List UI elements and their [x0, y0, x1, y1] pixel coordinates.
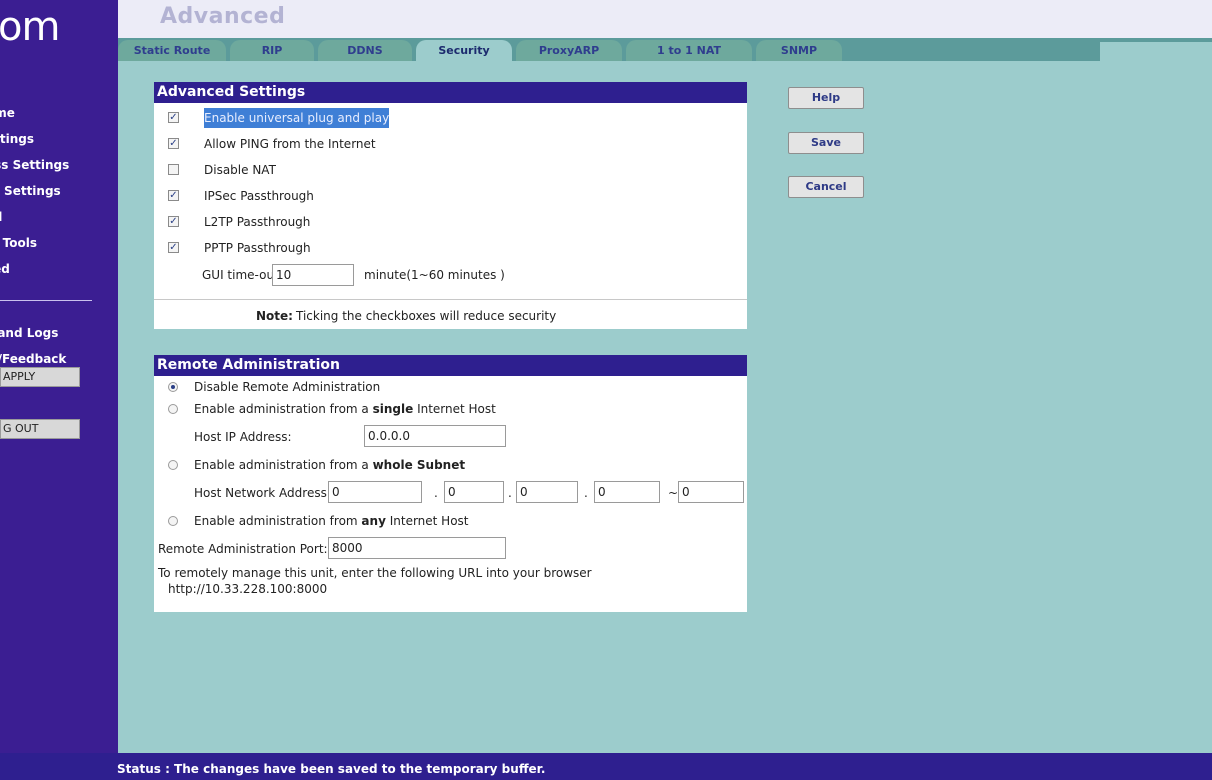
net-octet-4-input[interactable]: [594, 481, 660, 503]
sidebar-item-status-and-logs[interactable]: s and Logs: [0, 326, 118, 352]
remote-any-post: Internet Host: [389, 514, 469, 528]
upnp-label: Enable universal plug and play: [204, 108, 390, 128]
sidebar-divider: [0, 300, 92, 301]
pptp-label: PPTP Passthrough: [204, 241, 311, 255]
sidebar-item-advanced[interactable]: ced: [0, 262, 118, 288]
sidebar-item-internet-settings[interactable]: et Settings: [0, 184, 118, 210]
gui-timeout-label: GUI time-out: [202, 268, 279, 282]
apply-button[interactable]: APPLY: [0, 367, 80, 387]
remote-subnet-pre: Enable administration from a: [194, 458, 369, 472]
cancel-button[interactable]: Cancel: [788, 176, 864, 198]
tab-1to1-nat[interactable]: 1 to 1 NAT: [626, 40, 752, 61]
note-text: Ticking the checkboxes will reduce secur…: [296, 309, 557, 323]
upnp-checkbox[interactable]: ✓: [168, 112, 179, 123]
remote-single-bold: single: [372, 402, 414, 416]
remote-single-pre: Enable administration from a: [194, 402, 369, 416]
remote-single-radio[interactable]: [168, 404, 178, 414]
tab-ddns[interactable]: DDNS: [318, 40, 412, 61]
disable-nat-checkbox[interactable]: [168, 164, 179, 175]
remote-admin-panel: Remote Administration Disable Remote Adm…: [154, 355, 747, 612]
remote-single-post: Internet Host: [417, 402, 496, 416]
disable-nat-label: Disable NAT: [204, 163, 276, 177]
net-dot-2: .: [508, 486, 512, 500]
remote-single-label: Enable administration from a single Inte…: [194, 399, 496, 419]
l2tp-checkbox[interactable]: ✓: [168, 216, 179, 227]
net-octet-3-input[interactable]: [516, 481, 578, 503]
status-text: Status : The changes have been saved to …: [117, 762, 546, 776]
host-ip-input[interactable]: [364, 425, 506, 447]
net-octet-1-input[interactable]: [328, 481, 422, 503]
net-octet-2-input[interactable]: [444, 481, 504, 503]
net-tilde: ~: [668, 486, 679, 500]
tab-security[interactable]: Security: [416, 40, 512, 61]
host-network-label: Host Network Address:: [194, 486, 331, 500]
help-button[interactable]: Help: [788, 87, 864, 109]
net-dot-1: .: [434, 486, 438, 500]
tab-static-route[interactable]: Static Route: [118, 40, 226, 61]
note-bold: Note:: [256, 309, 293, 323]
header: Advanced: [118, 0, 1212, 38]
status-bar-left: [0, 753, 118, 780]
panel-divider: [154, 299, 747, 300]
ipsec-label: IPSec Passthrough: [204, 189, 314, 203]
pptp-checkbox[interactable]: ✓: [168, 242, 179, 253]
tab-snmp[interactable]: SNMP: [756, 40, 842, 61]
sidebar: om ome ettings ess Settings et Settings …: [0, 0, 118, 780]
save-button[interactable]: Save: [788, 132, 864, 154]
main-content: Advanced Settings ✓ Enable universal plu…: [118, 61, 1212, 753]
remote-subnet-label: Enable administration from a whole Subne…: [194, 455, 465, 475]
ping-label: Allow PING from the Internet: [204, 137, 376, 151]
gui-timeout-unit: minute(1~60 minutes ): [364, 268, 505, 282]
ipsec-checkbox[interactable]: ✓: [168, 190, 179, 201]
remote-port-label: Remote Administration Port:: [158, 542, 328, 556]
sidebar-item-settings[interactable]: ettings: [0, 132, 118, 158]
advanced-settings-title: Advanced Settings: [154, 82, 747, 103]
advanced-settings-panel: Advanced Settings ✓ Enable universal plu…: [154, 82, 747, 329]
sidebar-item-home[interactable]: ome: [0, 106, 118, 132]
remote-any-bold: any: [361, 514, 386, 528]
host-ip-label: Host IP Address:: [194, 430, 292, 444]
remote-admin-title: Remote Administration: [154, 355, 747, 376]
tab-proxyarp[interactable]: ProxyARP: [516, 40, 622, 61]
sidebar-nav: ome ettings ess Settings et Settings all…: [0, 106, 118, 288]
net-end-input[interactable]: [678, 481, 744, 503]
sidebar-item-wireless-settings[interactable]: ess Settings: [0, 158, 118, 184]
ping-checkbox[interactable]: ✓: [168, 138, 179, 149]
remote-port-input[interactable]: [328, 537, 506, 559]
remote-any-radio[interactable]: [168, 516, 178, 526]
tab-bar-filler: [1100, 42, 1212, 61]
net-dot-3: .: [584, 486, 588, 500]
sidebar-item-firewall[interactable]: all: [0, 210, 118, 236]
tab-bar: Static Route RIP DDNS Security ProxyARP …: [118, 38, 1212, 61]
remote-disable-label: Disable Remote Administration: [194, 380, 381, 394]
status-bar: Status : The changes have been saved to …: [117, 753, 1212, 780]
gui-timeout-input[interactable]: [272, 264, 354, 286]
remote-any-pre: Enable administration from: [194, 514, 358, 528]
remote-subnet-bold: whole Subnet: [372, 458, 466, 472]
remote-disable-radio[interactable]: [168, 382, 178, 392]
remote-subnet-radio[interactable]: [168, 460, 178, 470]
remote-any-label: Enable administration from any Internet …: [194, 511, 469, 531]
sidebar-item-system-tools[interactable]: m Tools: [0, 236, 118, 262]
logout-button[interactable]: G OUT: [0, 419, 80, 439]
l2tp-label: L2TP Passthrough: [204, 215, 311, 229]
page-title: Advanced: [160, 4, 286, 29]
tab-rip[interactable]: RIP: [230, 40, 314, 61]
brand-logo: om: [0, 4, 60, 50]
remote-url-link[interactable]: http://10.33.228.100:8000: [168, 579, 327, 599]
